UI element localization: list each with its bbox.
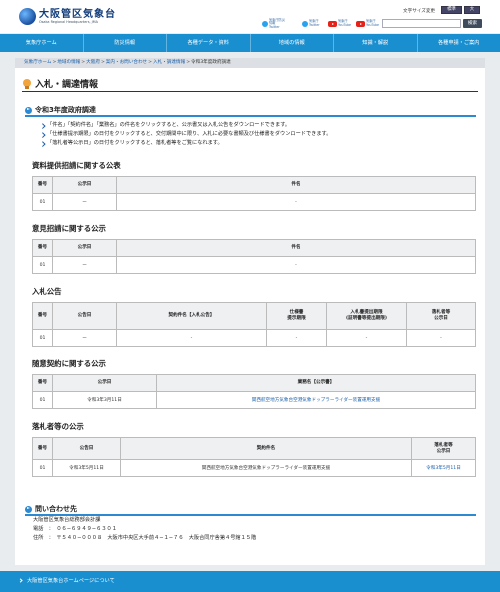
table-row: 01 ー - <box>32 256 476 274</box>
breadcrumb: 気象庁ホーム>地域の情報>大阪府>案内・お問い合わせ>入札・調達情報>令和3年度… <box>15 58 485 68</box>
nav-item-regional[interactable]: 地域の情報 <box>251 34 334 52</box>
instruction-list: 「件名」「契約件名」「業務名」の件名をクリックすると、公示書又は入札公告をダウン… <box>41 121 471 148</box>
contact-info: 大阪管区気象台総務部会計課 電話 ： ０６−６９４９−６３０１ 住所 ： 〒５４… <box>33 516 256 543</box>
title-divider <box>22 91 478 92</box>
breadcrumb-item[interactable]: 大阪府 <box>86 60 100 65</box>
breadcrumb-item[interactable]: 案内・お問い合わせ <box>106 60 147 65</box>
page-title: 入札・調達情報 <box>22 77 98 90</box>
logo-title: 大阪管区気象台 <box>39 8 116 20</box>
footer-link[interactable]: 大阪管区気象台ホームページについて <box>0 571 500 592</box>
table-tender-notice: 番号 公告日 契約件名【入札公告】 仕様書 提示期限 入札書提出期限 (証明書等… <box>32 302 476 347</box>
table-opinion-request: 番号 公示日 件名 01 ー - <box>32 239 476 274</box>
nav-item-data[interactable]: 各種データ・資料 <box>167 34 251 52</box>
sns-link-youtube-2[interactable]: 気象庁 YouTube <box>356 18 384 30</box>
list-item: 「件名」「契約件名」「業務名」の件名をクリックすると、公示書又は入札公告をダウン… <box>41 121 471 130</box>
contract-document-link[interactable]: 関西航空地方気象台空港気象ドップラーライダー装置運用支援 <box>252 398 380 403</box>
nav-item-knowledge[interactable]: 知識・解説 <box>334 34 418 52</box>
logo-emblem-icon <box>19 8 36 25</box>
global-nav: 気象庁ホーム 防災情報 各種データ・資料 地域の情報 知識・解説 各種申請・ご案… <box>0 34 500 52</box>
table-row: 01 令和3年3月11日 関西航空地方気象台空港気象ドップラーライダー装置運用支… <box>32 391 476 409</box>
breadcrumb-item[interactable]: 入札・調達情報 <box>153 60 185 65</box>
contact-address: 住所 ： 〒５４０−０００８ 大阪市中央区大手前４−１−７６ 大阪合同庁舎第４号… <box>33 535 257 541</box>
breadcrumb-item[interactable]: 地域の情報 <box>57 60 80 65</box>
font-size-label: 文字サイズ変更 <box>403 9 436 14</box>
contact-tel: 電話 ： ０６−６９４９−６３０１ <box>33 526 117 532</box>
section-divider <box>25 115 476 117</box>
contact-org: 大阪管区気象台総務部会計課 <box>33 517 101 523</box>
arrow-circle-icon <box>25 505 32 513</box>
table-row: 01 令和3年5月11日 関西航空地方気象台空港気象ドップラーライダー装置運用支… <box>32 459 476 477</box>
font-size-standard-button[interactable]: 標準 <box>441 6 462 14</box>
nav-item-applications[interactable]: 各種申請・ご案内 <box>418 34 500 52</box>
youtube-icon <box>356 21 365 27</box>
search-input[interactable] <box>382 19 461 28</box>
block-title-info-request: 資料提供招請に関する公表 <box>32 161 121 170</box>
nav-item-jma-home[interactable]: 気象庁ホーム <box>0 34 84 52</box>
twitter-icon <box>302 21 308 27</box>
table-row: 01 ー - - - - <box>32 329 476 347</box>
section-heading: 令和3年度政府調達 <box>25 105 96 115</box>
award-date-link[interactable]: 令和3年5月11日 <box>426 466 461 471</box>
youtube-icon <box>328 21 337 27</box>
sns-link-twitter-bousai[interactable]: 気象庁防災情報 Twitter <box>262 18 287 30</box>
sns-link-youtube-1[interactable]: 気象庁 YouTube <box>328 18 356 30</box>
nav-item-disaster-info[interactable]: 防災情報 <box>84 34 167 52</box>
breadcrumb-current: 令和3年度政府調達 <box>191 60 231 65</box>
block-title-opinion-request: 意見招請に関する公示 <box>32 224 106 233</box>
list-item: 「仕様書提示期限」の日付をクリックすると、交付期間中に限り、入札に必要な書類及び… <box>41 130 471 139</box>
list-item: 「落札者等公示日」の日付をクリックすると、落札者等をご覧になれます。 <box>41 139 471 148</box>
table-private-contract: 番号 公示日 業務名【公示書】 01 令和3年3月11日 関西航空地方気象台空港… <box>32 374 476 409</box>
search-button[interactable]: 検索 <box>463 19 482 28</box>
table-info-request: 番号 公示日 件名 01 ー - <box>32 176 476 211</box>
breadcrumb-item[interactable]: 気象庁ホーム <box>24 60 51 65</box>
twitter-icon <box>262 21 268 27</box>
block-title-award-notice: 落札者等の公示 <box>32 422 84 431</box>
block-title-private-contract: 随意契約に関する公示 <box>32 359 106 368</box>
arrow-circle-icon <box>25 106 32 114</box>
logo-subtitle: Osaka Regional Headquarters, JMA <box>39 19 98 24</box>
table-row: 01 ー - <box>32 193 476 211</box>
block-title-tender-notice: 入札公告 <box>32 287 62 296</box>
lightbulb-icon <box>22 78 32 89</box>
main-content: 気象庁ホーム>地域の情報>大阪府>案内・お問い合わせ>入札・調達情報>令和3年度… <box>15 58 485 565</box>
site-logo[interactable]: 大阪管区気象台 Osaka Regional Headquarters, JMA <box>19 5 117 28</box>
font-size-large-button[interactable]: 大 <box>464 6 480 14</box>
chevron-right-icon <box>18 578 23 583</box>
table-award-notice: 番号 公告日 契約件名 落札者等 公示日 01 令和3年5月11日 関西航空地方… <box>32 437 476 477</box>
contact-heading: 問い合わせ先 <box>25 504 77 514</box>
site-header: 大阪管区気象台 Osaka Regional Headquarters, JMA… <box>0 0 500 33</box>
sns-link-twitter[interactable]: 気象庁 Twitter <box>302 18 327 30</box>
